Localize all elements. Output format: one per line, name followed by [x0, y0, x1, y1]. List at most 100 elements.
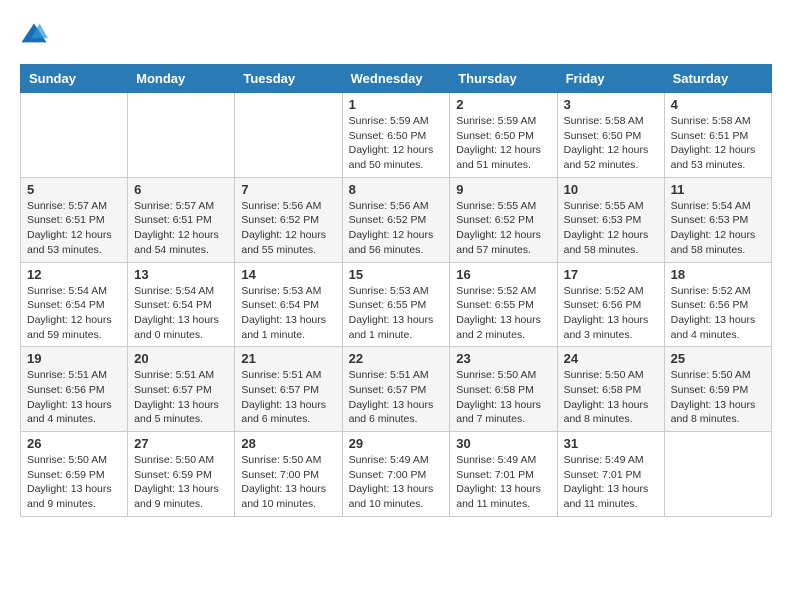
day-info: Sunrise: 5:50 AMSunset: 7:00 PMDaylight:… [241, 453, 335, 512]
day-number: 20 [134, 351, 228, 366]
day-number: 19 [27, 351, 121, 366]
day-number: 23 [456, 351, 550, 366]
calendar-cell: 5Sunrise: 5:57 AMSunset: 6:51 PMDaylight… [21, 177, 128, 262]
calendar-cell: 10Sunrise: 5:55 AMSunset: 6:53 PMDayligh… [557, 177, 664, 262]
calendar-cell: 16 Sunrise: 5:52 AMSunset: 6:55 PMDayligh… [450, 262, 557, 347]
day-info: Sunrise: 5:57 AMSunset: 6:51 PMDaylight:… [134, 199, 228, 258]
calendar-cell: 7 Sunrise: 5:56 AMSunset: 6:52 PMDaylight… [235, 177, 342, 262]
calendar-cell: 26 Sunrise: 5:50 AMSunset: 6:59 PMDayligh… [21, 432, 128, 517]
weekday-header-row: SundayMondayTuesdayWednesdayThursdayFrid… [21, 65, 772, 93]
calendar-cell: 22Sunrise: 5:51 AMSunset: 6:57 PMDayligh… [342, 347, 450, 432]
day-number: 25 [671, 351, 765, 366]
day-number: 3 [564, 97, 658, 112]
day-number: 12 [27, 267, 121, 282]
day-info: Sunrise: 5:55 AMSunset: 6:52 PMDaylight:… [456, 199, 550, 258]
calendar-cell: 8 Sunrise: 5:56 AMSunset: 6:52 PMDaylight… [342, 177, 450, 262]
day-info: Sunrise: 5:56 AMSunset: 6:52 PMDaylight:… [241, 199, 335, 258]
calendar-cell [21, 93, 128, 178]
day-number: 30 [456, 436, 550, 451]
day-number: 7 [241, 182, 335, 197]
day-info: Sunrise: 5:49 AMSunset: 7:01 PMDaylight:… [456, 453, 550, 512]
calendar-cell: 18Sunrise: 5:52 AMSunset: 6:56 PMDayligh… [664, 262, 771, 347]
calendar-cell: 14 Sunrise: 5:53 AMSunset: 6:54 PMDayligh… [235, 262, 342, 347]
day-info: Sunrise: 5:54 AMSunset: 6:54 PMDaylight:… [27, 284, 121, 343]
day-number: 31 [564, 436, 658, 451]
day-number: 2 [456, 97, 550, 112]
calendar-cell: 2 Sunrise: 5:59 AMSunset: 6:50 PMDaylight… [450, 93, 557, 178]
week-row-2: 5 Sunrise: 5:57 AMSunset: 6:51 PMDaylight… [21, 177, 772, 262]
day-info: Sunrise: 5:59 AMSunset: 6:50 PMDaylight:… [349, 114, 444, 173]
calendar-cell: 1 Sunrise: 5:59 AMSunset: 6:50 PMDaylight… [342, 93, 450, 178]
day-info: Sunrise: 5:59 AMSunset: 6:50 PMDaylight:… [456, 114, 550, 173]
day-number: 9 [456, 182, 550, 197]
day-number: 18 [671, 267, 765, 282]
day-number: 1 [349, 97, 444, 112]
day-info: Sunrise: 5:53 AMSunset: 6:55 PMDaylight:… [349, 284, 444, 343]
calendar-cell: 29 Sunrise: 5:49 AMSunset: 7:00 PMDayligh… [342, 432, 450, 517]
calendar-cell: 11 Sunrise: 5:54 AMSunset: 6:53 PMDayligh… [664, 177, 771, 262]
weekday-header-sunday: Sunday [21, 65, 128, 93]
calendar-cell: 4Sunrise: 5:58 AMSunset: 6:51 PMDaylight… [664, 93, 771, 178]
calendar-cell: 3 Sunrise: 5:58 AMSunset: 6:50 PMDaylight… [557, 93, 664, 178]
calendar-cell: 31 Sunrise: 5:49 AMSunset: 7:01 PMDayligh… [557, 432, 664, 517]
calendar-table: SundayMondayTuesdayWednesdayThursdayFrid… [20, 64, 772, 517]
calendar-cell: 28Sunrise: 5:50 AMSunset: 7:00 PMDayligh… [235, 432, 342, 517]
day-info: Sunrise: 5:58 AMSunset: 6:50 PMDaylight:… [564, 114, 658, 173]
calendar-cell: 17 Sunrise: 5:52 AMSunset: 6:56 PMDayligh… [557, 262, 664, 347]
weekday-header-monday: Monday [128, 65, 235, 93]
day-info: Sunrise: 5:52 AMSunset: 6:55 PMDaylight:… [456, 284, 550, 343]
day-info: Sunrise: 5:51 AMSunset: 6:57 PMDaylight:… [349, 368, 444, 427]
week-row-3: 12 Sunrise: 5:54 AMSunset: 6:54 PMDayligh… [21, 262, 772, 347]
calendar-cell: 19 Sunrise: 5:51 AMSunset: 6:56 PMDayligh… [21, 347, 128, 432]
day-info: Sunrise: 5:50 AMSunset: 6:59 PMDaylight:… [27, 453, 121, 512]
calendar-cell [128, 93, 235, 178]
day-info: Sunrise: 5:51 AMSunset: 6:57 PMDaylight:… [241, 368, 335, 427]
day-number: 16 [456, 267, 550, 282]
day-number: 13 [134, 267, 228, 282]
week-row-4: 19 Sunrise: 5:51 AMSunset: 6:56 PMDayligh… [21, 347, 772, 432]
calendar-cell: 24Sunrise: 5:50 AMSunset: 6:58 PMDayligh… [557, 347, 664, 432]
calendar-cell [235, 93, 342, 178]
weekday-header-wednesday: Wednesday [342, 65, 450, 93]
day-info: Sunrise: 5:54 AMSunset: 6:53 PMDaylight:… [671, 199, 765, 258]
calendar-cell: 13 Sunrise: 5:54 AMSunset: 6:54 PMDayligh… [128, 262, 235, 347]
day-info: Sunrise: 5:49 AMSunset: 7:01 PMDaylight:… [564, 453, 658, 512]
day-info: Sunrise: 5:54 AMSunset: 6:54 PMDaylight:… [134, 284, 228, 343]
day-info: Sunrise: 5:50 AMSunset: 6:59 PMDaylight:… [134, 453, 228, 512]
day-info: Sunrise: 5:51 AMSunset: 6:56 PMDaylight:… [27, 368, 121, 427]
day-number: 15 [349, 267, 444, 282]
day-info: Sunrise: 5:49 AMSunset: 7:00 PMDaylight:… [349, 453, 444, 512]
day-number: 27 [134, 436, 228, 451]
day-info: Sunrise: 5:50 AMSunset: 6:58 PMDaylight:… [564, 368, 658, 427]
calendar-cell: 23 Sunrise: 5:50 AMSunset: 6:58 PMDayligh… [450, 347, 557, 432]
day-number: 8 [349, 182, 444, 197]
day-number: 5 [27, 182, 121, 197]
day-info: Sunrise: 5:52 AMSunset: 6:56 PMDaylight:… [564, 284, 658, 343]
day-number: 29 [349, 436, 444, 451]
day-info: Sunrise: 5:56 AMSunset: 6:52 PMDaylight:… [349, 199, 444, 258]
page-header [20, 20, 772, 48]
calendar-cell: 9 Sunrise: 5:55 AMSunset: 6:52 PMDaylight… [450, 177, 557, 262]
day-number: 11 [671, 182, 765, 197]
day-info: Sunrise: 5:53 AMSunset: 6:54 PMDaylight:… [241, 284, 335, 343]
weekday-header-saturday: Saturday [664, 65, 771, 93]
calendar-cell: 6 Sunrise: 5:57 AMSunset: 6:51 PMDaylight… [128, 177, 235, 262]
day-number: 17 [564, 267, 658, 282]
calendar-cell: 21 Sunrise: 5:51 AMSunset: 6:57 PMDayligh… [235, 347, 342, 432]
day-number: 26 [27, 436, 121, 451]
day-info: Sunrise: 5:55 AMSunset: 6:53 PMDaylight:… [564, 199, 658, 258]
weekday-header-friday: Friday [557, 65, 664, 93]
day-info: Sunrise: 5:58 AMSunset: 6:51 PMDaylight:… [671, 114, 765, 173]
calendar-cell: 12 Sunrise: 5:54 AMSunset: 6:54 PMDayligh… [21, 262, 128, 347]
calendar-cell: 30 Sunrise: 5:49 AMSunset: 7:01 PMDayligh… [450, 432, 557, 517]
day-number: 6 [134, 182, 228, 197]
logo [20, 20, 52, 48]
week-row-1: 1 Sunrise: 5:59 AMSunset: 6:50 PMDaylight… [21, 93, 772, 178]
weekday-header-thursday: Thursday [450, 65, 557, 93]
day-number: 14 [241, 267, 335, 282]
week-row-5: 26 Sunrise: 5:50 AMSunset: 6:59 PMDayligh… [21, 432, 772, 517]
day-number: 21 [241, 351, 335, 366]
weekday-header-tuesday: Tuesday [235, 65, 342, 93]
day-info: Sunrise: 5:50 AMSunset: 6:58 PMDaylight:… [456, 368, 550, 427]
calendar-cell [664, 432, 771, 517]
